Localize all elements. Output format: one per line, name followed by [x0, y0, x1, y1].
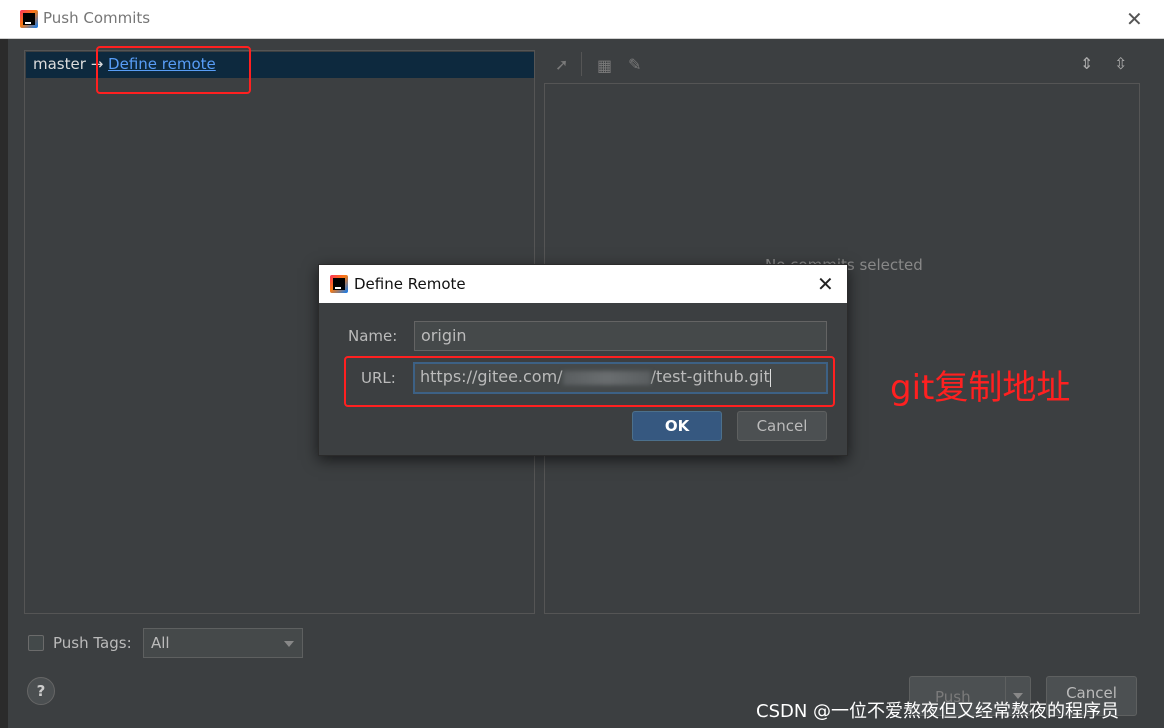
intellij-icon — [20, 10, 38, 28]
dialog-close-icon[interactable]: ✕ — [817, 274, 834, 294]
dialog-titlebar: Define Remote ✕ — [319, 265, 847, 303]
red-highlight-define-remote — [96, 46, 251, 94]
help-button[interactable]: ? — [27, 677, 55, 705]
chevron-down-icon — [284, 641, 294, 647]
group-by-icon[interactable]: ▦ — [597, 58, 612, 74]
dialog-title: Define Remote — [354, 275, 466, 293]
tags-select[interactable]: All — [143, 628, 303, 658]
toolbar-separator — [581, 52, 582, 76]
ok-button[interactable]: OK — [632, 411, 722, 441]
push-tags-checkbox[interactable] — [28, 635, 44, 651]
dialog-cancel-button[interactable]: Cancel — [737, 411, 827, 441]
expand-all-icon[interactable]: ⇕ — [1080, 56, 1093, 72]
push-tags-label: Push Tags: — [53, 634, 132, 652]
window-titlebar: Push Commits ✕ — [0, 0, 1164, 39]
name-label: Name: — [348, 327, 398, 345]
ide-background-strip — [0, 39, 8, 728]
annotation-text: git复制地址 — [890, 368, 1071, 408]
csdn-watermark: CSDN @一位不爱熬夜但又经常熬夜的程序员 — [756, 701, 1120, 722]
window-close-icon[interactable]: ✕ — [1126, 9, 1143, 29]
cherry-pick-icon[interactable]: ➚ — [555, 57, 568, 73]
edit-icon[interactable]: ✎ — [628, 57, 641, 73]
red-highlight-url — [344, 356, 835, 407]
branch-name: master — [33, 55, 86, 73]
tags-select-value: All — [151, 634, 170, 652]
window-title: Push Commits — [43, 9, 151, 27]
name-field[interactable]: origin — [414, 321, 827, 351]
dialog-intellij-icon — [330, 275, 348, 293]
collapse-all-icon[interactable]: ⇳ — [1114, 56, 1127, 72]
